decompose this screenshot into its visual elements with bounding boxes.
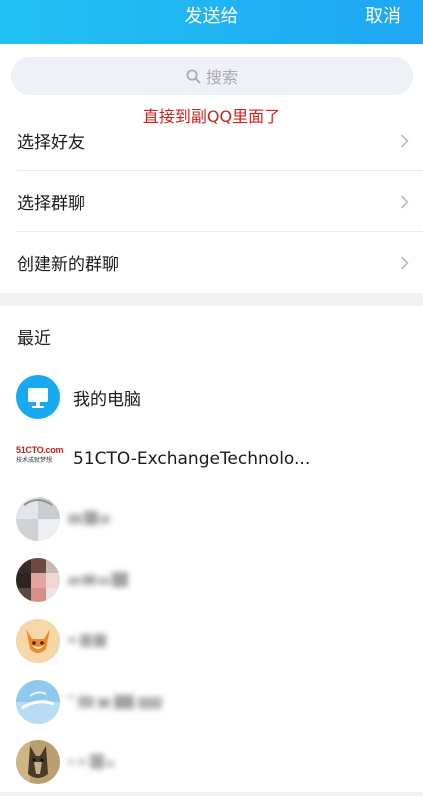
chevron-right-icon	[400, 255, 409, 270]
recent-item-contact[interactable]	[0, 551, 423, 609]
computer-icon	[16, 375, 60, 419]
search-section: 搜索	[0, 44, 423, 106]
avatar	[16, 740, 60, 784]
recent-item-contact[interactable]	[0, 490, 423, 548]
menu-select-groups[interactable]: 选择群聊	[0, 171, 423, 232]
bottom-divider	[0, 792, 423, 796]
header-bar: 发送给 取消	[0, 0, 423, 44]
blurred-name	[68, 572, 128, 587]
menu-item-label: 选择群聊	[17, 194, 85, 214]
51cto-logo: 51CTO.com 技术成就梦想	[16, 444, 64, 474]
chevron-right-icon	[400, 133, 409, 148]
cancel-button[interactable]: 取消	[365, 0, 401, 34]
menu-item-label: 创建新的群聊	[17, 255, 119, 275]
recent-item-contact[interactable]	[0, 612, 423, 670]
avatar	[16, 558, 60, 602]
avatar	[16, 680, 60, 724]
menu-item-label: 选择好友	[17, 133, 85, 153]
blurred-name	[68, 511, 110, 525]
contact-name: 51CTO-ExchangeTechnolo...	[73, 449, 311, 469]
search-placeholder: 搜索	[205, 68, 238, 87]
avatar	[16, 619, 60, 663]
menu-create-group[interactable]: 创建新的群聊	[0, 232, 423, 293]
blurred-name	[68, 695, 162, 709]
section-gap	[0, 293, 423, 306]
blurred-name	[68, 754, 114, 769]
recent-item-contact[interactable]	[0, 733, 423, 791]
logo-subtext: 技术成就梦想	[16, 457, 53, 464]
chevron-right-icon	[400, 194, 409, 209]
recent-item-51cto[interactable]: 51CTO.com 技术成就梦想 51CTO-ExchangeTechnolo.…	[0, 430, 423, 488]
avatar	[16, 497, 60, 541]
menu-select-friends[interactable]: 选择好友	[0, 110, 423, 171]
blurred-name	[68, 634, 106, 647]
logo-text: 51CTO.com	[16, 445, 64, 455]
recent-item-contact[interactable]	[0, 673, 423, 731]
contact-name: 我的电脑	[73, 389, 141, 410]
page-title: 发送给	[184, 6, 239, 27]
recent-item-my-computer[interactable]: 我的电脑	[0, 368, 423, 426]
recent-section-title: 最近	[17, 329, 51, 349]
search-icon	[186, 69, 201, 83]
search-input[interactable]: 搜索	[11, 57, 413, 95]
